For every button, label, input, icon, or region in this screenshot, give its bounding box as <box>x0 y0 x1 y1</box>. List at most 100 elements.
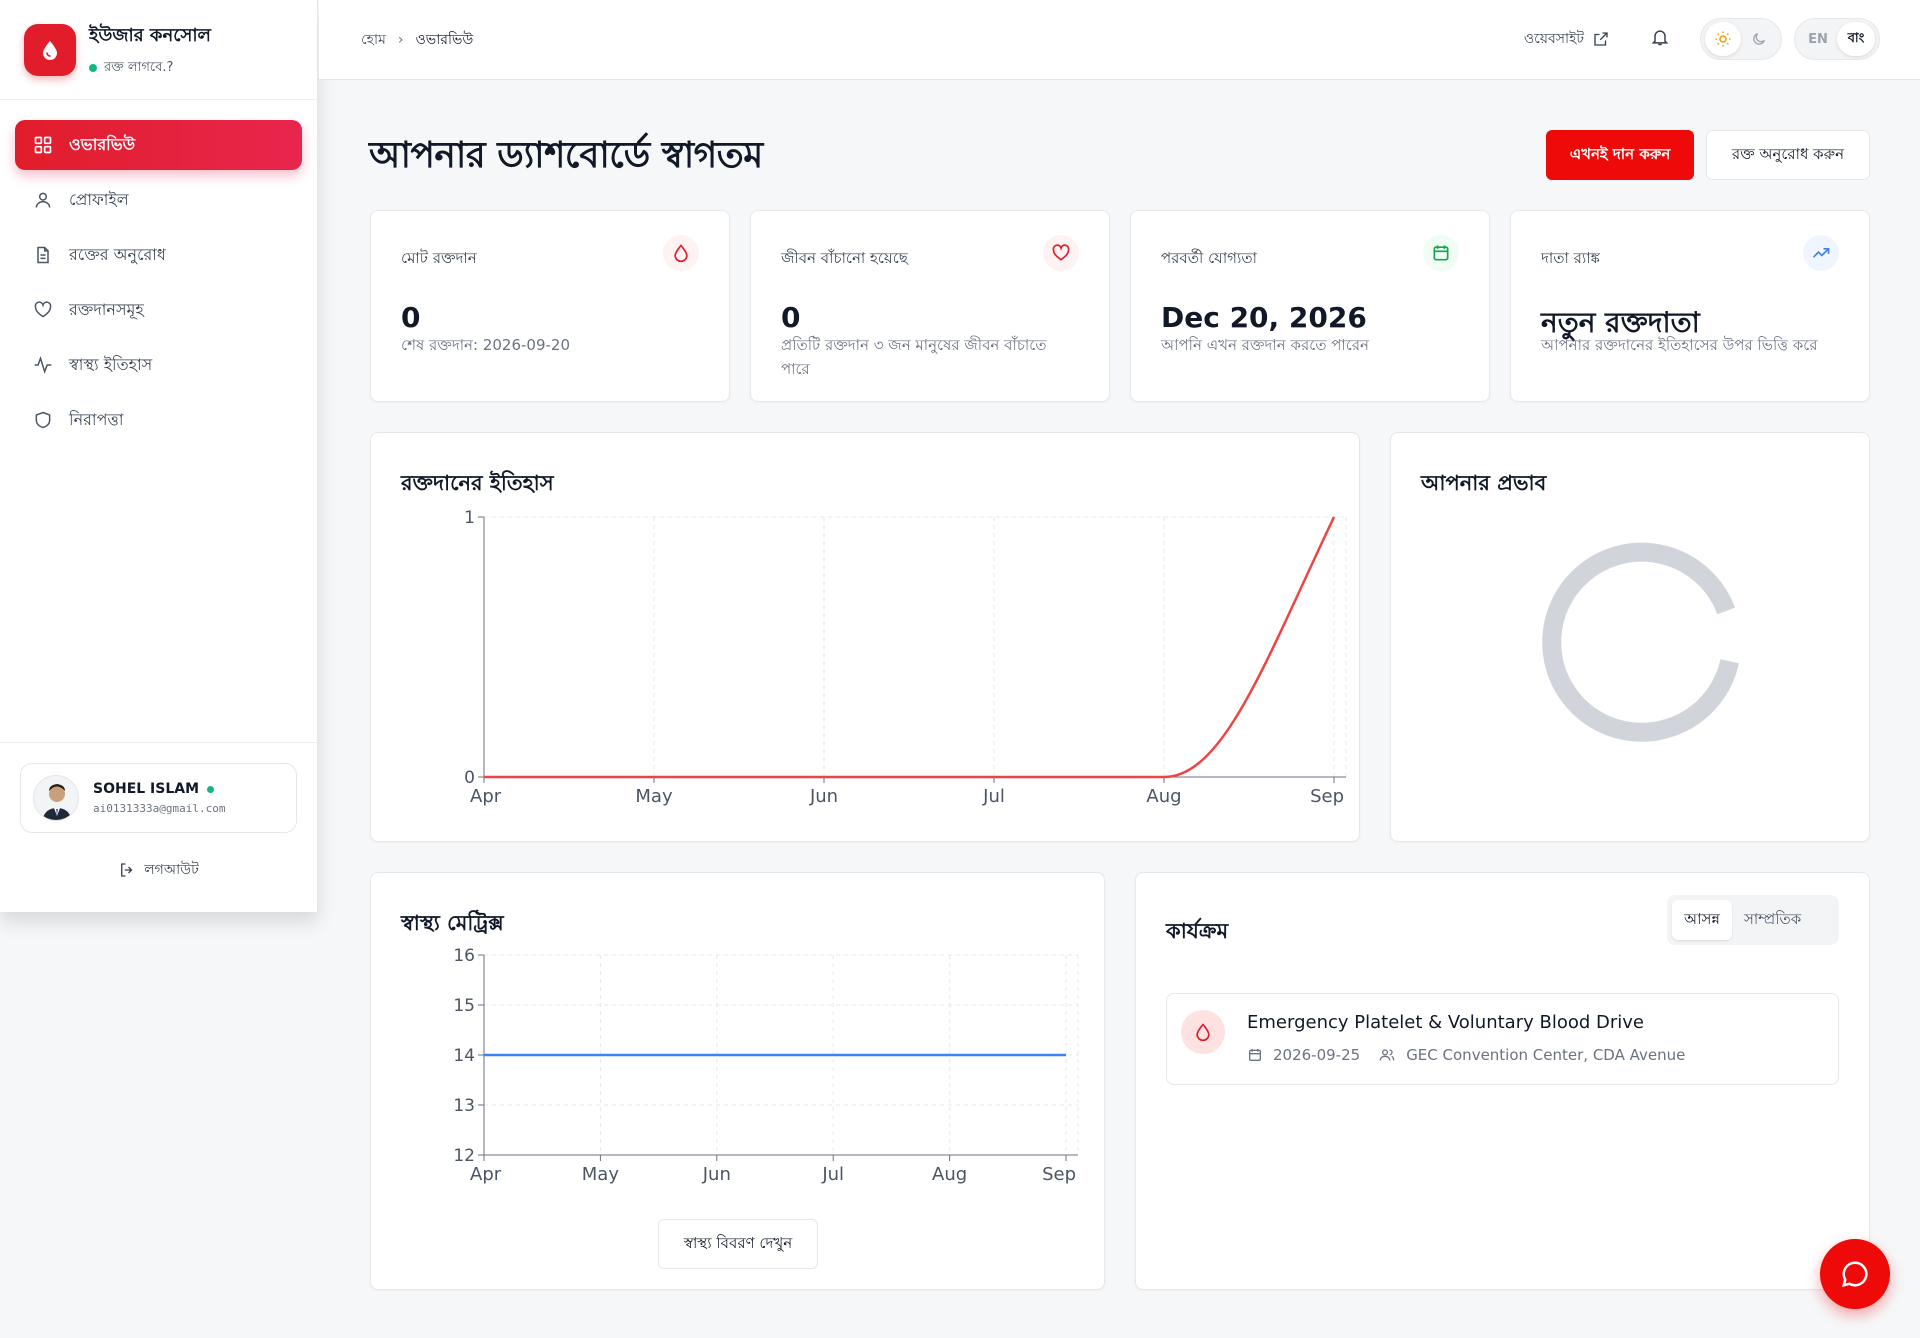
x-tick-label: Aug <box>1146 786 1181 807</box>
sidebar-item-label: নিরাপত্তা <box>69 409 124 429</box>
brand-subtitle-text: রক্ত লাগবে.? <box>104 59 174 75</box>
breadcrumb: হোম › ওভারভিউ <box>361 28 473 52</box>
y-tick-label: 12 <box>453 1146 475 1166</box>
top-header: হোম › ওভারভিউ ওয়েবসাইট EN বাং <box>319 0 1920 80</box>
trending-up-icon <box>1803 235 1839 271</box>
event-title: Emergency Platelet & Voluntary Blood Dri… <box>1247 1012 1644 1033</box>
y-tick-label: 0 <box>464 768 475 788</box>
stat-subtext: শেষ রক্তদান: 2026-09-20 <box>401 336 570 354</box>
chevron-right-icon: › <box>397 32 404 48</box>
y-tick-label: 16 <box>453 946 475 966</box>
sidebar: ইউজার কনসোল রক্ত লাগবে.? ওভারভিউ প্রোফাই… <box>0 0 318 912</box>
stat-card-lives-saved: জীবন বাঁচানো হয়েছে 0 প্রতিটি রক্তদান ৩ … <box>750 210 1110 402</box>
brand-subtitle: রক্ত লাগবে.? <box>89 58 211 79</box>
sidebar-item-label: রক্তের অনুরোধ <box>69 244 166 264</box>
sidebar-item-donations[interactable]: রক্তদানসমূহ <box>15 285 302 335</box>
tab-upcoming[interactable]: আসন্ন <box>1672 900 1732 940</box>
sidebar-item-health-history[interactable]: স্বাস্থ্য ইতিহাস <box>15 340 302 390</box>
stat-label: মোট রক্তদান <box>401 249 477 267</box>
avatar <box>33 775 79 821</box>
health-metrics-card: স্বাস্থ্য মেট্রিক্স 12 13 14 15 16 Apr May Jun J… <box>370 872 1105 1290</box>
x-tick-label: Sep <box>1310 786 1344 807</box>
x-tick-label: Jun <box>809 786 838 807</box>
logout-label: লগআউট <box>144 862 199 878</box>
x-tick-label: Sep <box>1042 1164 1076 1185</box>
calendar-icon <box>1423 235 1459 271</box>
event-location: GEC Convention Center, CDA Avenue <box>1406 1046 1686 1064</box>
view-health-details-button[interactable]: স্বাস্থ্য বিবরণ দেখুন <box>658 1219 818 1269</box>
stat-label: দাতা র‍্যাঙ্ক <box>1541 249 1600 267</box>
x-tick-label: Apr <box>470 1164 502 1185</box>
sidebar-item-blood-requests[interactable]: রক্তের অনুরোধ <box>15 230 302 280</box>
breadcrumb-home[interactable]: হোম <box>361 28 386 52</box>
notifications-bell-icon[interactable] <box>1650 27 1670 51</box>
grid-icon <box>34 136 52 154</box>
donation-history-chart: 0 1 Apr May Jun Jul Aug Sep <box>464 508 1347 807</box>
activities-card: কার্যক্রম আসন্ন সাম্প্রতিক Emergency Pla… <box>1135 872 1870 1290</box>
brand-title: ইউজার কনসোল <box>89 24 211 46</box>
y-tick-label: 15 <box>453 996 475 1016</box>
breadcrumb-current: ওভারভিউ <box>415 32 474 48</box>
request-blood-button[interactable]: রক্ত অনুরোধ করুন <box>1706 130 1870 180</box>
impact-ring-chart <box>1542 542 1739 742</box>
sidebar-item-profile[interactable]: প্রোফাইল <box>15 175 302 225</box>
logout-button[interactable]: লগআউট <box>0 858 317 882</box>
shield-icon <box>35 411 51 429</box>
impact-ring <box>1542 542 1739 742</box>
brand: ইউজার কনসোল রক্ত লাগবে.? <box>0 0 317 100</box>
event-meta: 2026-09-25 GEC Convention Center, CDA Av… <box>1247 1046 1685 1064</box>
impact-card: আপনার প্রভাব <box>1390 432 1870 842</box>
stat-subtext: আপনি এখন রক্তদান করতে পারেন <box>1161 336 1370 354</box>
website-label: ওয়েবসাইট <box>1523 31 1584 47</box>
stat-value: 0 <box>781 301 801 334</box>
lang-bn-option[interactable]: বাং <box>1837 22 1875 56</box>
x-tick-label: Apr <box>470 786 502 807</box>
event-item[interactable]: Emergency Platelet & Voluntary Blood Dri… <box>1166 993 1839 1085</box>
theme-toggle <box>1700 18 1782 60</box>
stat-label: পরবর্তী যোগ্যতা <box>1161 249 1257 267</box>
event-date: 2026-09-25 <box>1273 1046 1361 1064</box>
sidebar-item-label: স্বাস্থ্য ইতিহাস <box>69 354 153 374</box>
chat-button[interactable] <box>1820 1239 1890 1309</box>
dark-mode-moon-icon[interactable] <box>1741 22 1777 56</box>
activities-tabs: আসন্ন সাম্প্রতিক <box>1667 895 1839 945</box>
x-tick-label: Jun <box>702 1164 731 1185</box>
user-email: ai0131333a@gmail.com <box>93 802 226 815</box>
sidebar-footer: SOHEL ISLAM ai0131333a@gmail.com লগআউট <box>0 742 317 912</box>
heart-icon <box>34 301 52 318</box>
user-name: SOHEL ISLAM <box>93 781 225 797</box>
document-icon <box>37 246 49 264</box>
sidebar-item-label: রক্তদানসমূহ <box>69 299 144 319</box>
sidebar-item-overview[interactable]: ওভারভিউ <box>15 120 302 170</box>
lang-en-option[interactable]: EN <box>1799 22 1837 56</box>
light-mode-sun-icon[interactable] <box>1705 22 1741 56</box>
sidebar-item-security[interactable]: নিরাপত্তা <box>15 395 302 445</box>
stat-subtext: আপনার রক্তদানের ইতিহাসের উপর ভিত্তি করে <box>1541 336 1818 354</box>
user-icon <box>35 192 51 208</box>
calendar-icon <box>1249 1049 1261 1061</box>
users-icon <box>1379 1049 1395 1061</box>
status-dot-icon <box>89 64 97 72</box>
x-tick-label: Jul <box>982 786 1005 807</box>
droplet-icon <box>663 235 699 271</box>
donate-now-button[interactable]: এখনই দান করুন <box>1546 130 1694 180</box>
stat-subtext: প্রতিটি রক্তদান ৩ জন মানুষের জীবন বাঁচাত… <box>781 336 1047 378</box>
blood-drop-logo-icon <box>24 23 76 76</box>
stat-card-next-eligibility: পরবর্তী যোগ্যতা Dec 20, 2026 আপনি এখন রক… <box>1130 210 1490 402</box>
stat-card-total-donations: মোট রক্তদান 0 শেষ রক্তদান: 2026-09-20 <box>370 210 730 402</box>
activities-title: কার্যক্রম <box>1166 919 1229 943</box>
y-tick-label: 14 <box>453 1046 475 1066</box>
page-title: আপনার ড্যাশবোর্ডে স্বাগতম <box>369 135 763 176</box>
sidebar-nav: ওভারভিউ প্রোফাইল রক্তের অনুরোধ রক্তদানসম… <box>0 100 317 445</box>
stat-card-donor-rank: দাতা র‍্যাঙ্ক নতুন রক্তদাতা আপনার রক্তদা… <box>1510 210 1870 402</box>
sidebar-item-label: প্রোফাইল <box>69 189 129 209</box>
droplet-icon <box>1181 1010 1225 1054</box>
website-link[interactable]: ওয়েবসাইট <box>1524 27 1610 51</box>
logout-icon <box>121 863 133 877</box>
tab-recent[interactable]: সাম্প্রতিক <box>1732 900 1813 940</box>
heart-icon <box>1043 235 1079 271</box>
online-status-icon <box>207 785 215 793</box>
user-card[interactable]: SOHEL ISLAM ai0131333a@gmail.com <box>20 763 297 833</box>
y-tick-label: 13 <box>453 1096 475 1116</box>
donation-history-card: রক্তদানের ইতিহাস 0 1 Apr May Jun Jul Aug Sep <box>370 432 1360 842</box>
